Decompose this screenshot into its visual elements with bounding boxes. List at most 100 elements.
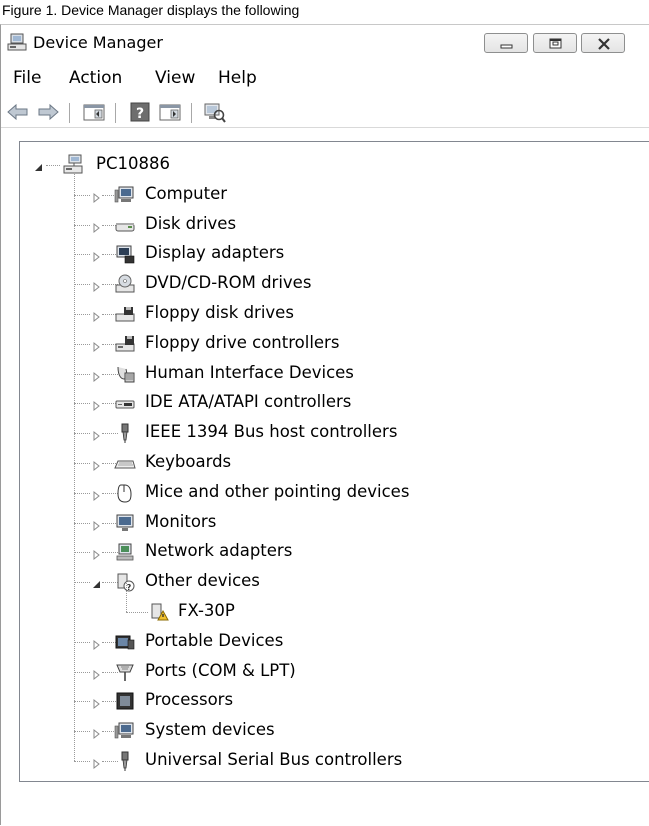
- device-tree[interactable]: PC10886 Computer Disk drives Display adapte…: [19, 141, 649, 782]
- tree-item-portable-devices[interactable]: Portable Devices: [20, 627, 620, 657]
- tree-item-label: Floppy drive controllers: [145, 332, 340, 352]
- usb-icon: [114, 750, 136, 772]
- tree-connector: [74, 492, 90, 494]
- collapsed-arrow-icon[interactable]: [92, 368, 102, 382]
- tree-item-keyboards[interactable]: Keyboards: [20, 448, 620, 478]
- action-pane-icon: [159, 104, 181, 121]
- menu-action[interactable]: Action: [69, 67, 122, 89]
- collapsed-arrow-icon[interactable]: [92, 308, 102, 323]
- scan-hardware-button[interactable]: [201, 99, 227, 125]
- collapsed-arrow-icon[interactable]: [92, 427, 102, 442]
- floppy-drive-icon: [114, 303, 136, 325]
- expanded-arrow-icon[interactable]: [34, 159, 44, 171]
- tree-item-dvd-cd-rom-drives[interactable]: DVD/CD-ROM drives: [20, 269, 620, 299]
- tree-item-fx-30p[interactable]: FX-30P: [20, 583, 620, 627]
- tree-connector: [74, 254, 90, 256]
- tree-item-other-devices[interactable]: ? Other devices: [20, 567, 620, 597]
- tree-item-processors[interactable]: Processors: [20, 686, 620, 716]
- toolbar-separator: [69, 103, 70, 123]
- tree-item-universal-serial-bus-controllers[interactable]: Universal Serial Bus controllers: [20, 746, 620, 776]
- collapsed-arrow-icon[interactable]: [92, 338, 102, 352]
- tree-connector: [74, 314, 90, 315]
- collapsed-arrow-icon[interactable]: [92, 487, 102, 501]
- forward-button[interactable]: [35, 99, 61, 125]
- tree-connector: [74, 403, 90, 405]
- tree-item-label: Disk drives: [145, 213, 237, 233]
- tree-item-label: Portable Devices: [145, 630, 284, 650]
- tree-item-disk-drives[interactable]: Disk drives: [20, 210, 620, 240]
- help-icon: ?: [130, 102, 150, 122]
- collapsed-arrow-icon[interactable]: [92, 397, 102, 412]
- tree-item-monitors[interactable]: Monitors: [20, 508, 620, 538]
- collapsed-arrow-icon[interactable]: [92, 636, 102, 650]
- forward-arrow-icon: [38, 103, 59, 121]
- tree-item-label: Universal Serial Bus controllers: [145, 750, 403, 769]
- minimize-icon: [500, 44, 513, 49]
- system-device-icon: [114, 720, 136, 742]
- tree-connector: [74, 194, 90, 196]
- tree-item-ide-ata-atapi-controllers[interactable]: IDE ATA/ATAPI controllers: [20, 388, 620, 418]
- help-button[interactable]: ?: [127, 99, 153, 125]
- collapsed-arrow-icon[interactable]: [92, 248, 102, 263]
- collapsed-arrow-icon[interactable]: [92, 725, 102, 740]
- device-manager-app-icon: [7, 33, 27, 53]
- tree-item-display-adapters[interactable]: Display adapters: [20, 239, 620, 269]
- device-manager-window: Device Manager File Action View Help ? P…: [0, 24, 649, 826]
- collapsed-arrow-icon[interactable]: [92, 695, 102, 710]
- computer-network-icon: [62, 154, 84, 176]
- minimize-button[interactable]: [484, 33, 528, 53]
- tree-root-node[interactable]: PC10886: [20, 150, 620, 180]
- tree-item-label: Display adapters: [145, 243, 285, 263]
- collapsed-arrow-icon[interactable]: [92, 517, 102, 531]
- collapsed-arrow-icon[interactable]: [92, 278, 102, 293]
- console-tree-icon: [83, 104, 105, 121]
- menu-help[interactable]: Help: [218, 67, 257, 89]
- svg-text:?: ?: [136, 106, 144, 122]
- tree-item-label: Network adapters: [145, 541, 293, 561]
- tree-connector: [74, 373, 90, 375]
- tree-connector: [74, 731, 90, 733]
- tree-connector: [74, 224, 90, 226]
- toolbar: ?: [1, 97, 649, 128]
- tree-item-floppy-drive-controllers[interactable]: Floppy drive controllers: [20, 329, 620, 359]
- status-area: [1, 785, 649, 826]
- back-button[interactable]: [5, 99, 31, 125]
- maximize-button[interactable]: [533, 33, 577, 53]
- collapsed-arrow-icon[interactable]: [92, 457, 102, 472]
- collapsed-arrow-icon[interactable]: [92, 219, 102, 233]
- collapsed-arrow-icon[interactable]: [92, 189, 102, 203]
- collapsed-arrow-icon[interactable]: [92, 546, 102, 561]
- port-icon: [114, 661, 136, 683]
- floppy-controller-icon: [114, 333, 136, 355]
- tree-item-ports-com-lpt[interactable]: Ports (COM & LPT): [20, 657, 620, 687]
- network-adapter-icon: [114, 541, 136, 563]
- tree-item-human-interface-devices[interactable]: Human Interface Devices: [20, 359, 620, 389]
- tree-item-network-adapters[interactable]: Network adapters: [20, 537, 620, 567]
- close-button[interactable]: [581, 33, 625, 53]
- monitor-icon: [114, 512, 136, 534]
- tree-item-floppy-disk-drives[interactable]: Floppy disk drives: [20, 299, 620, 329]
- show-hide-action-pane-button[interactable]: [157, 99, 183, 125]
- ide-controller-icon: [114, 392, 136, 414]
- tree-item-computer[interactable]: Computer: [20, 180, 620, 210]
- expanded-arrow-icon[interactable]: [92, 576, 102, 589]
- tree-item-label: Other devices: [145, 571, 260, 591]
- menu-file[interactable]: File: [13, 67, 41, 89]
- tree-item-system-devices[interactable]: System devices: [20, 716, 620, 746]
- tree-connector: [74, 582, 90, 584]
- tree-connector: [74, 463, 90, 464]
- toolbar-separator: [115, 103, 116, 123]
- show-hide-console-tree-button[interactable]: [81, 99, 107, 125]
- collapsed-arrow-icon[interactable]: [92, 666, 102, 680]
- tree-item-mice-and-other-pointing-devices[interactable]: Mice and other pointing devices: [20, 478, 620, 508]
- maximize-icon: [549, 38, 562, 49]
- back-arrow-icon: [7, 103, 28, 121]
- scan-hardware-icon: [204, 103, 226, 123]
- tree-connector: [74, 522, 90, 524]
- window-title: Device Manager: [33, 33, 163, 52]
- tree-item-ieee-1394-bus-host-controllers[interactable]: IEEE 1394 Bus host controllers: [20, 418, 620, 448]
- hid-icon: [114, 363, 136, 385]
- menu-view[interactable]: View: [155, 67, 195, 89]
- collapsed-arrow-icon[interactable]: [92, 755, 102, 770]
- mouse-icon: [114, 482, 136, 504]
